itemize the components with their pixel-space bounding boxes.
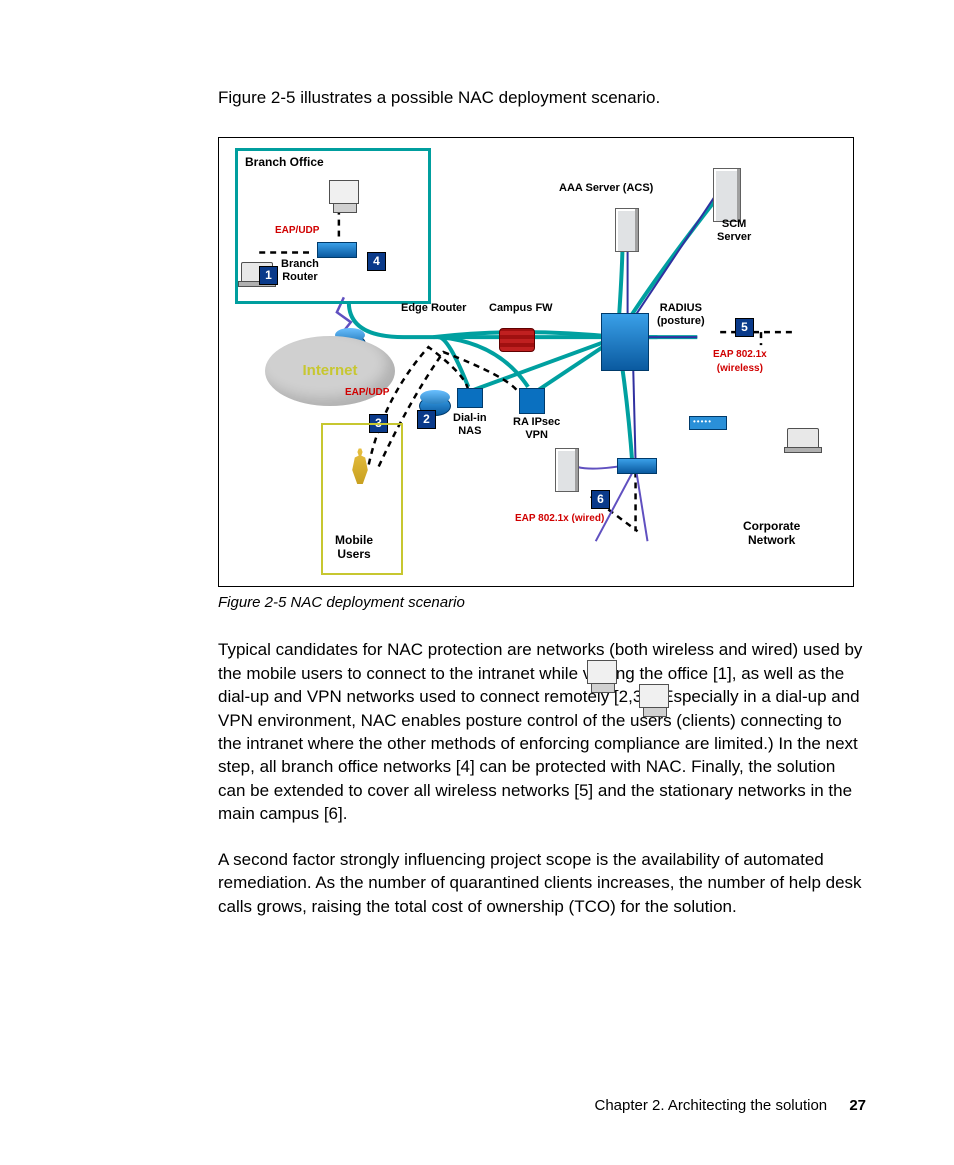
marker-5: 5 <box>735 318 754 337</box>
body-paragraph-1: Typical candidates for NAC protection ar… <box>218 638 866 826</box>
ra-ipsec-vpn-icon <box>519 388 545 414</box>
chapter-label: Chapter 2. Architecting the solution <box>595 1097 828 1114</box>
marker-6: 6 <box>591 490 610 509</box>
aaa-server-icon <box>615 208 639 252</box>
corp-desktop-icon <box>639 684 669 708</box>
dial-in-nas-label: Dial-in NAS <box>453 412 487 436</box>
core-switch-icon <box>601 313 649 371</box>
marker-2: 2 <box>417 410 436 429</box>
eap-wired-label: EAP 802.1x (wired) <box>515 512 604 526</box>
marker-4: 4 <box>367 252 386 271</box>
figure-caption: Figure 2-5 NAC deployment scenario <box>218 593 866 614</box>
radius-posture-label: RADIUS (posture) <box>657 302 705 326</box>
scm-server-label: SCM Server <box>717 218 751 242</box>
ra-ipsec-vpn-label: RA IPsec VPN <box>513 416 560 440</box>
eap-wireless-label: EAP 802.1x (wireless) <box>713 348 767 376</box>
wireless-laptop-icon <box>787 428 819 450</box>
body-paragraph-2: A second factor strongly influencing pro… <box>218 848 866 918</box>
mobile-users-label: Mobile Users <box>335 534 373 560</box>
desktop-icon <box>329 180 359 204</box>
branch-office-label: Branch Office <box>245 156 324 169</box>
wireless-ap-icon <box>689 416 727 430</box>
marker-1: 1 <box>259 266 278 285</box>
scm-server-icon <box>713 168 741 222</box>
edge-router-label: Edge Router <box>401 302 466 314</box>
figure-2-5: Branch Office EAP/UDP 1 Branch Router 4 … <box>218 137 854 587</box>
firewall-icon <box>499 328 535 352</box>
aaa-server-label: AAA Server (ACS) <box>559 182 653 194</box>
page-number: 27 <box>849 1097 866 1114</box>
page-footer: Chapter 2. Architecting the solution 27 <box>595 1096 867 1117</box>
corp-desktop-icon <box>587 660 617 684</box>
branch-router-label: Branch Router <box>281 258 319 282</box>
access-switch-icon <box>617 458 657 474</box>
page: Figure 2-5 illustrates a possible NAC de… <box>0 0 954 1165</box>
campus-fw-label: Campus FW <box>489 302 553 314</box>
corp-server-icon <box>555 448 579 492</box>
dial-in-nas-icon <box>457 388 483 408</box>
eap-udp-label-2: EAP/UDP <box>345 386 389 400</box>
switch-icon <box>317 242 357 258</box>
eap-udp-label-1: EAP/UDP <box>275 224 319 238</box>
corporate-network-label: Corporate Network <box>743 520 800 546</box>
intro-text: Figure 2-5 illustrates a possible NAC de… <box>218 86 866 109</box>
internet-label: Internet <box>302 361 357 382</box>
